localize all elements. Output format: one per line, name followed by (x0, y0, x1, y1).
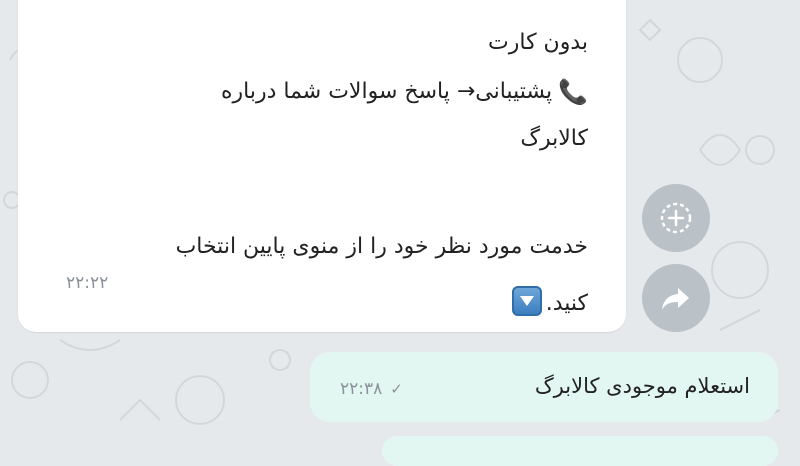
down-arrow-icon (511, 286, 542, 316)
share-button[interactable] (642, 264, 710, 332)
instruction-text: کنید. (545, 291, 588, 316)
message-time: ۲۲:۳۸ (340, 379, 383, 399)
outgoing-message-bubble: استعلام موجودی کالابرگ ۲۲:۳۸ ✓ (310, 352, 778, 422)
message-line-2: 📞پشتیبانی→ پاسخ سوالات شما درباره (221, 80, 588, 104)
incoming-message-bubble: بدون کارت 📞پشتیبانی→ پاسخ سوالات شما درب… (18, 0, 626, 332)
phone-icon: 📞 (558, 78, 588, 106)
message-time: ۲۲:۲۲ (66, 273, 109, 293)
message-line-3: کالابرگ (520, 126, 588, 151)
support-text: پشتیبانی→ پاسخ سوالات شما درباره (220, 79, 553, 104)
next-message-bubble (382, 436, 778, 466)
message-line-4: خدمت مورد نظر خود را از منوی پایین انتخا… (175, 234, 588, 259)
add-reaction-button[interactable] (642, 184, 710, 252)
sent-check-icon: ✓ (390, 380, 403, 398)
message-line-5: کنید. (511, 286, 588, 316)
add-circle-icon (660, 202, 692, 234)
share-icon (662, 288, 689, 310)
outgoing-message-meta: ۲۲:۳۸ ✓ (340, 379, 403, 399)
outgoing-message-text: استعلام موجودی کالابرگ (534, 374, 750, 398)
message-line-1: بدون کارت (488, 30, 588, 55)
